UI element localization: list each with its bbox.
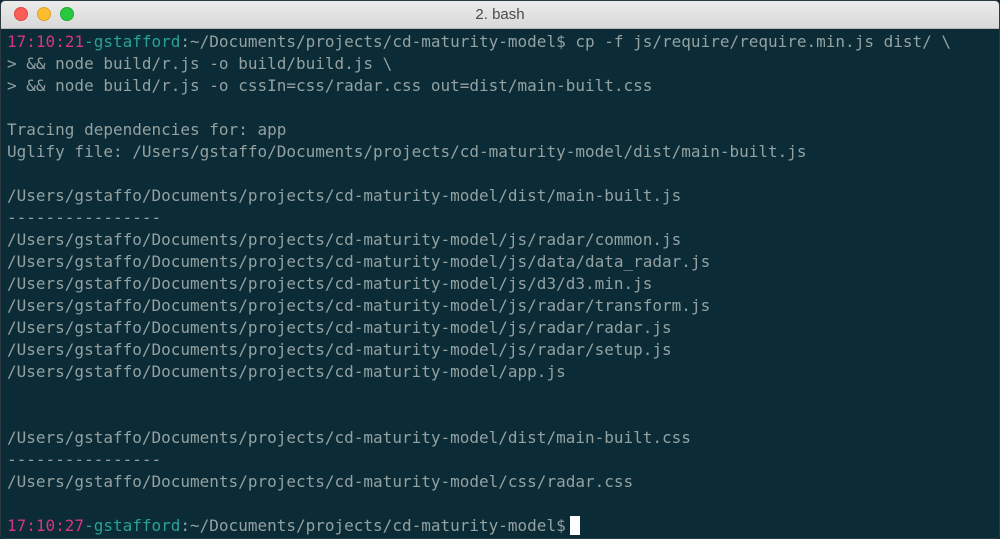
prompt-line: 17:10:21-gstafford:~/Documents/projects/… [7, 31, 993, 53]
prompt-path: :~/Documents/projects/cd-maturity-model$ [180, 32, 566, 51]
prompt-user: -gstafford [84, 32, 181, 51]
output-line: Tracing dependencies for: app [7, 120, 287, 139]
output-line: ---------------- [7, 450, 162, 469]
prompt-time: 17:10:21 [7, 32, 85, 51]
output-line: /Users/gstaffo/Documents/projects/cd-mat… [7, 186, 682, 205]
output-line: > && node build/r.js -o build/build.js \ [7, 54, 393, 73]
window-title: 2. bash [475, 6, 525, 23]
terminal-output[interactable]: 17:10:21-gstafford:~/Documents/projects/… [7, 31, 993, 538]
output-line: /Users/gstaffo/Documents/projects/cd-mat… [7, 296, 711, 315]
prompt-user: -gstafford [84, 516, 181, 535]
output-line: > && node build/r.js -o cssIn=css/radar.… [7, 76, 653, 95]
output-line: /Users/gstaffo/Documents/projects/cd-mat… [7, 252, 711, 271]
terminal-window: 2. bash 17:10:21-gstafford:~/Documents/p… [0, 0, 1000, 539]
prompt-time: 17:10:27 [7, 516, 85, 535]
prompt-line-current[interactable]: 17:10:27-gstafford:~/Documents/projects/… [7, 515, 993, 537]
title-bar[interactable]: 2. bash [1, 1, 999, 29]
output-line: /Users/gstaffo/Documents/projects/cd-mat… [7, 362, 566, 381]
output-line: /Users/gstaffo/Documents/projects/cd-mat… [7, 472, 634, 491]
output-line: Uglify file: /Users/gstaffo/Documents/pr… [7, 142, 807, 161]
output-line: /Users/gstaffo/Documents/projects/cd-mat… [7, 340, 672, 359]
output-line: ---------------- [7, 208, 162, 227]
command-output: > && node build/r.js -o build/build.js \… [7, 53, 993, 515]
text-cursor [569, 516, 580, 535]
output-line: /Users/gstaffo/Documents/projects/cd-mat… [7, 428, 691, 447]
output-line: /Users/gstaffo/Documents/projects/cd-mat… [7, 230, 682, 249]
output-line: /Users/gstaffo/Documents/projects/cd-mat… [7, 318, 672, 337]
output-line: /Users/gstaffo/Documents/projects/cd-mat… [7, 274, 653, 293]
command-text: cp -f js/require/require.min.js dist/ \ [565, 32, 952, 51]
prompt-path: :~/Documents/projects/cd-maturity-model$ [180, 516, 566, 535]
